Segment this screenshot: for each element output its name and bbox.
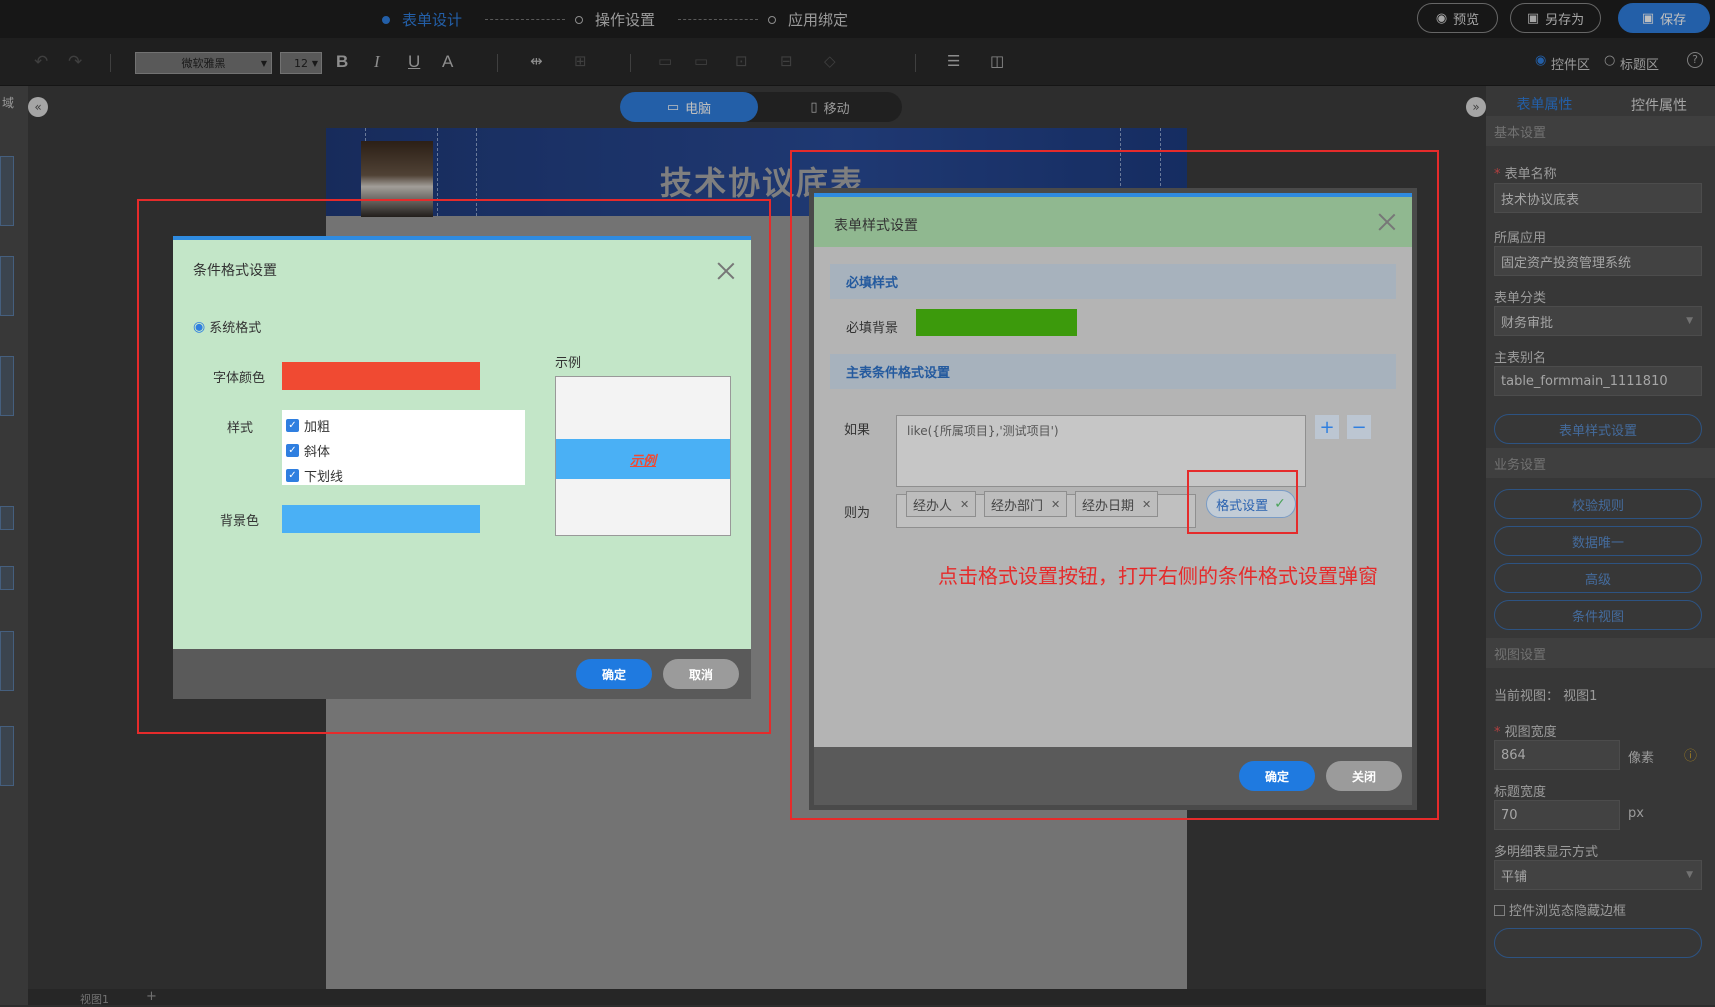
- annotation-box-left: [137, 199, 771, 734]
- annotation-box-right: [790, 150, 1439, 820]
- annotation-box-button: [1187, 470, 1298, 534]
- annotation-text: 点击格式设置按钮，打开右侧的条件格式设置弹窗: [938, 564, 1378, 588]
